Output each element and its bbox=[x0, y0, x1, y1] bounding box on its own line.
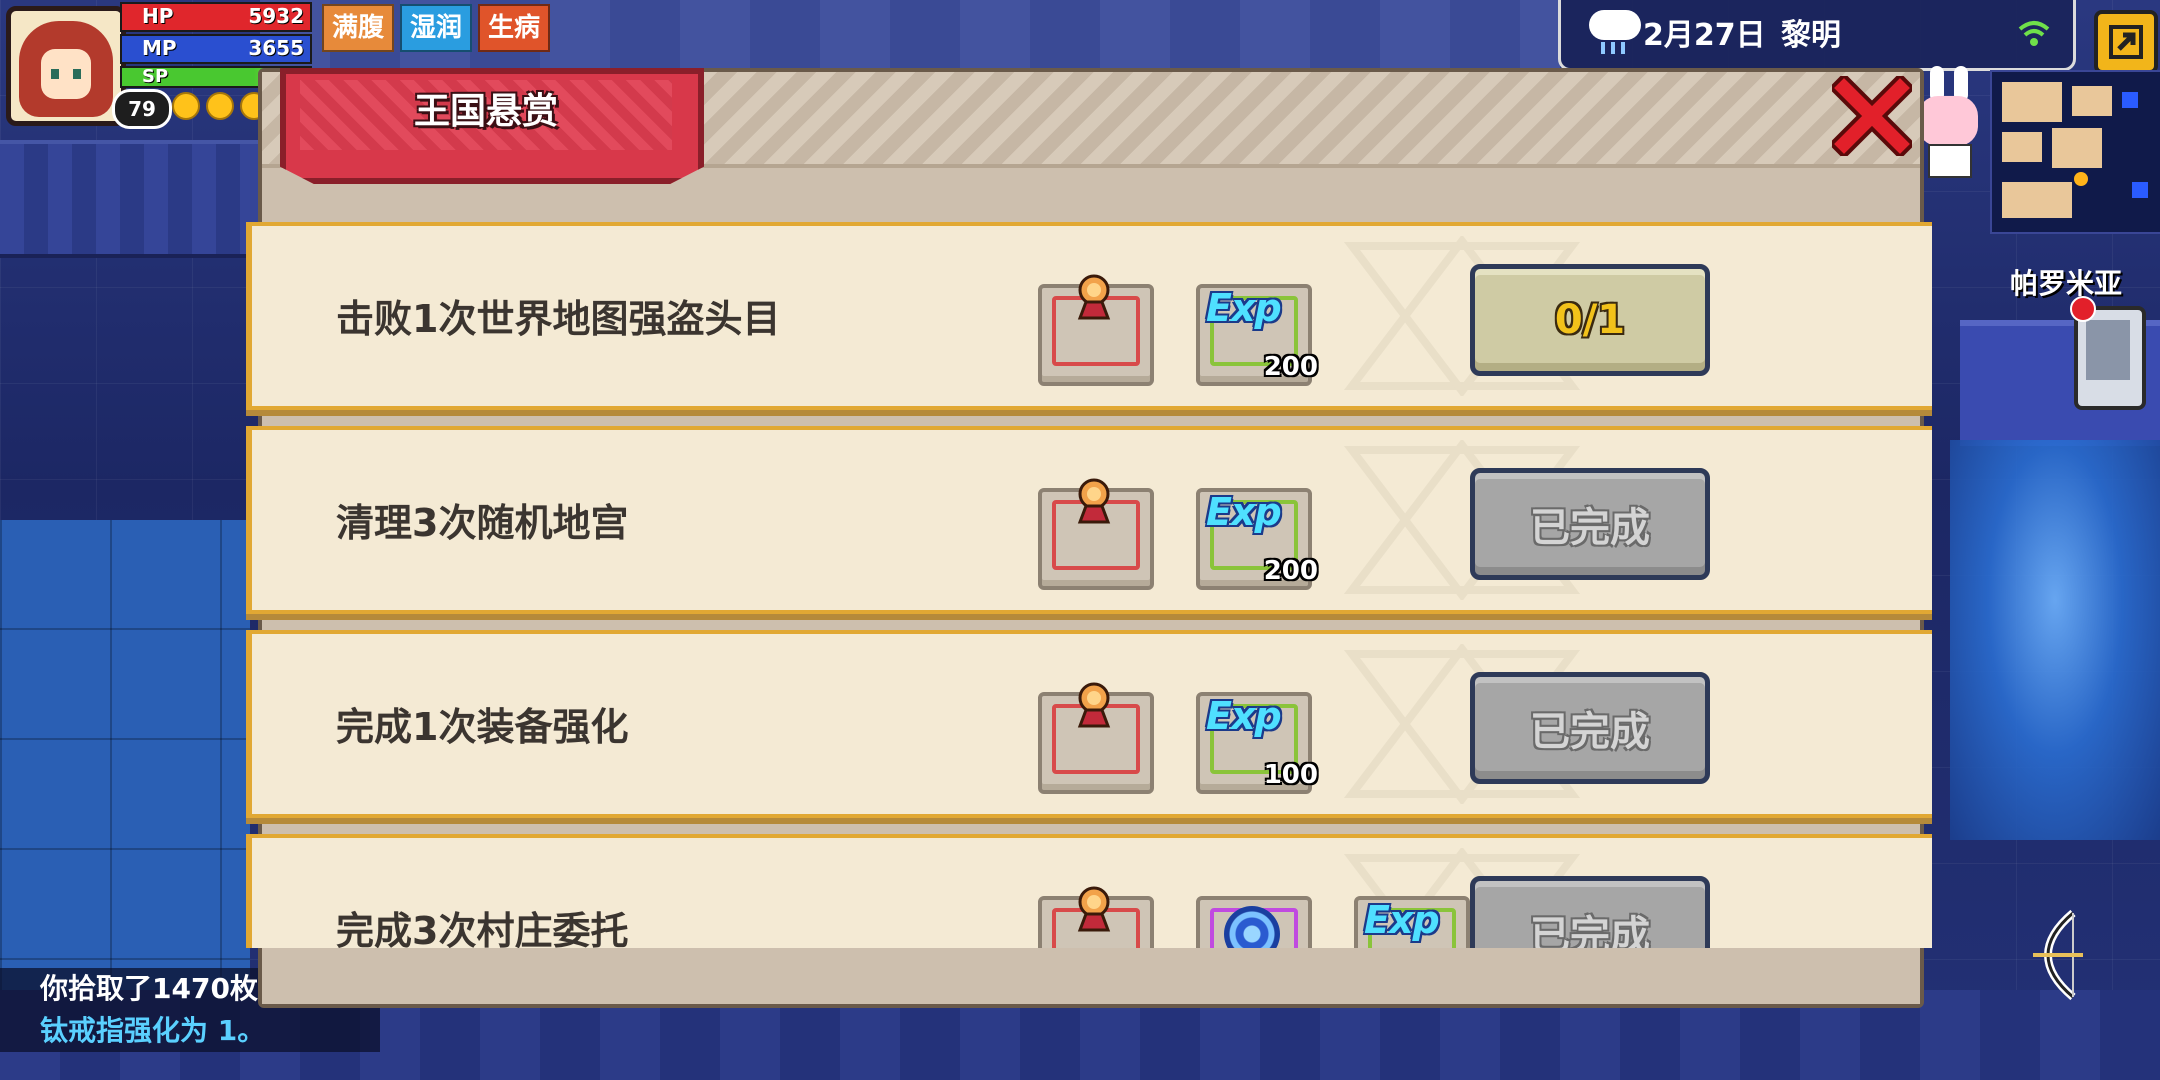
quest-completed-button[interactable]: 已完成 bbox=[1470, 672, 1710, 784]
reward-exp[interactable]: Exp 100 bbox=[1196, 692, 1318, 794]
notification-dot bbox=[2070, 296, 2096, 322]
reward-orb[interactable] bbox=[1196, 896, 1312, 948]
chat-line: 钛戒指强化为 1。 bbox=[0, 1010, 380, 1052]
hp-bar: HP 5932 bbox=[120, 2, 312, 32]
quest-title: 完成1次装备强化 bbox=[336, 705, 629, 749]
quest-completed-button[interactable]: 已完成 bbox=[1470, 876, 1710, 948]
bow-icon bbox=[2033, 909, 2083, 1001]
exp-amount: 200 bbox=[1263, 352, 1318, 382]
quest-row: 完成3次村庄委托 Exp 已完成 bbox=[246, 834, 1932, 948]
status-tag-sick[interactable]: 生病 bbox=[478, 4, 551, 52]
sp-label: SP bbox=[142, 66, 169, 87]
player-portrait[interactable] bbox=[6, 6, 126, 126]
panel-title: 王国悬赏 bbox=[413, 91, 558, 132]
mp-bar: MP 3655 bbox=[120, 34, 312, 64]
player-marker-icon bbox=[2074, 172, 2088, 186]
phone-icon bbox=[2086, 320, 2130, 380]
exp-amount: 200 bbox=[1263, 556, 1318, 586]
medal-icon bbox=[1077, 682, 1111, 728]
mp-label: MP bbox=[142, 36, 177, 60]
hp-value: 5932 bbox=[248, 4, 304, 28]
quest-progress-button[interactable]: 0/1 bbox=[1470, 264, 1710, 376]
wifi-icon bbox=[2018, 21, 2050, 46]
close-icon bbox=[1832, 76, 1912, 156]
fountain bbox=[1950, 440, 2160, 840]
exp-icon: Exp bbox=[1206, 694, 1282, 738]
date-label: 2月27日 bbox=[1643, 18, 1766, 53]
hp-label: HP bbox=[142, 4, 174, 28]
medal-icon bbox=[1077, 478, 1111, 524]
status-tags: 满腹 湿润 生病 bbox=[322, 4, 551, 52]
quest-title: 完成3次村庄委托 bbox=[336, 909, 629, 948]
quest-title: 击败1次世界地图强盗头目 bbox=[336, 297, 781, 341]
quest-row: 击败1次世界地图强盗头目 Exp 200 0/1 bbox=[246, 222, 1932, 410]
exit-arrow-icon bbox=[2109, 25, 2143, 59]
exp-icon: Exp bbox=[1206, 286, 1282, 330]
minimap[interactable] bbox=[1990, 70, 2160, 234]
status-tag-full[interactable]: 满腹 bbox=[322, 4, 395, 52]
world-floor bbox=[0, 520, 250, 990]
rain-cloud-icon bbox=[1589, 10, 1641, 54]
mp-value: 3655 bbox=[248, 36, 304, 60]
reward-exp[interactable]: Exp bbox=[1354, 896, 1470, 948]
reward-exp[interactable]: Exp 200 bbox=[1196, 488, 1318, 590]
close-button[interactable] bbox=[1832, 76, 1912, 156]
medal-icon bbox=[1077, 274, 1111, 320]
reward-medal[interactable] bbox=[1038, 886, 1154, 948]
phone-button[interactable] bbox=[2070, 296, 2146, 410]
panel-title-banner: 王国悬赏 bbox=[280, 68, 704, 186]
coin-icon bbox=[172, 92, 200, 120]
quest-row: 清理3次随机地宫 Exp 200 已完成 bbox=[246, 426, 1932, 614]
world-wall bbox=[0, 140, 260, 258]
reward-medal[interactable] bbox=[1038, 274, 1154, 386]
exp-amount: 100 bbox=[1263, 760, 1318, 790]
level-badge: 79 bbox=[112, 89, 172, 129]
quest-title: 清理3次随机地宫 bbox=[336, 501, 629, 545]
quest-completed-button[interactable]: 已完成 bbox=[1470, 468, 1710, 580]
status-tag-wet[interactable]: 湿润 bbox=[400, 4, 473, 52]
exp-icon: Exp bbox=[1364, 898, 1440, 942]
coin-icon bbox=[206, 92, 234, 120]
quest-row: 完成1次装备强化 Exp 100 已完成 bbox=[246, 630, 1932, 818]
reward-medal[interactable] bbox=[1038, 682, 1154, 794]
quest-list[interactable]: 击败1次世界地图强盗头目 Exp 200 0/1 清理3次随机地宫 Exp 20… bbox=[246, 222, 1932, 948]
game-screen: HP 5932 MP 3655 SP 162 79 满腹 湿润 生病 2月27日… bbox=[0, 0, 2160, 1080]
time-of-day-label: 黎明 bbox=[1781, 18, 1841, 53]
reward-exp[interactable]: Exp 200 bbox=[1196, 284, 1318, 386]
npc-name-label: 帕罗米亚 bbox=[2010, 267, 2123, 300]
exit-button[interactable] bbox=[2094, 10, 2158, 74]
weather-date-display: 2月27日 黎明 bbox=[1558, 0, 2076, 71]
reward-medal[interactable] bbox=[1038, 478, 1154, 590]
bow-weapon-button[interactable] bbox=[2010, 900, 2106, 1010]
medal-icon bbox=[1077, 886, 1111, 932]
exp-icon: Exp bbox=[1206, 490, 1282, 534]
